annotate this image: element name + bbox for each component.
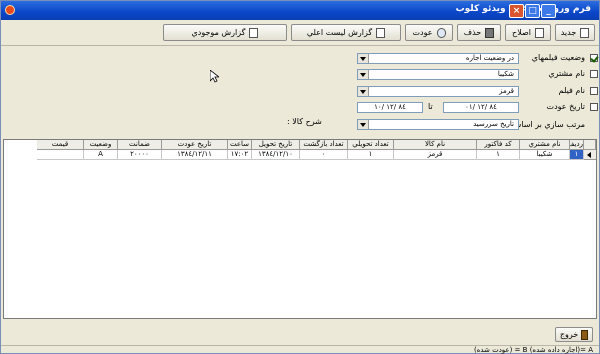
exit-button-label: خروج <box>559 330 579 339</box>
customer-name-select[interactable]: شكيبا <box>357 69 519 80</box>
report-icon <box>249 27 259 38</box>
return-icon <box>436 27 446 38</box>
row-indicator-header <box>584 140 596 150</box>
delete-button[interactable]: حذف <box>457 24 501 41</box>
app-icon <box>5 5 15 15</box>
customer-name-label: نام مشتري <box>548 69 585 78</box>
blacklist-report-button[interactable]: گزارش ليست اعلي <box>291 24 401 41</box>
sort-by-select[interactable]: تاريخ سررسيد <box>357 119 519 130</box>
table-cell[interactable]: ٢٠٠٠٠ <box>118 150 162 160</box>
new-button-label: جديد <box>560 28 577 37</box>
column-header[interactable]: تعداد بازگشت <box>300 140 348 150</box>
table-cell[interactable]: ٠ <box>300 150 348 160</box>
description-label: شرح كالا : <box>287 117 322 126</box>
column-header[interactable]: تعداد تحويلي <box>348 140 394 150</box>
table-cell[interactable]: A <box>84 150 118 160</box>
new-file-icon <box>580 27 590 38</box>
maximize-button[interactable]: □ <box>525 4 540 18</box>
return-date-from-field[interactable]: ٨٤ /١٢ /٠١ <box>443 102 519 113</box>
film-status-select[interactable]: در وضعيت اجاره <box>357 53 519 64</box>
blacklist-report-label: گزارش ليست اعلي <box>306 28 373 37</box>
chevron-down-icon <box>358 87 369 96</box>
table-cell[interactable]: ١ <box>348 150 394 160</box>
edit-button-label: اصلاح <box>512 28 531 37</box>
film-status-value: در وضعيت اجاره <box>465 54 514 62</box>
table-cell[interactable]: شكيبا <box>520 150 570 160</box>
column-header[interactable]: قيمت <box>37 140 84 150</box>
column-header[interactable]: ساعت <box>228 140 252 150</box>
trash-icon <box>485 27 495 38</box>
table-cell[interactable]: ١٣٨٤/١٢/١٠ <box>252 150 300 160</box>
new-button[interactable]: جديد <box>555 24 595 41</box>
column-header[interactable]: ضمانت <box>118 140 162 150</box>
mouse-cursor-icon <box>210 70 219 83</box>
column-header[interactable]: نام مشتري <box>520 140 570 150</box>
table-cell[interactable]: ١٧:٠٢ <box>228 150 252 160</box>
chevron-down-icon <box>358 120 369 129</box>
customer-name-value: شكيبا <box>497 70 514 78</box>
column-header[interactable]: نام كالا <box>394 140 477 150</box>
table-cell[interactable]: قرمز <box>394 150 477 160</box>
main-window: فرم ورود اطلاعات ويدئو كلوب × □ _ جديد ا… <box>0 0 600 354</box>
table-cell[interactable] <box>37 150 84 160</box>
toolbar: جديد اصلاح حذف عودت گزارش ليست اعلي گزار… <box>3 23 597 43</box>
return-button-label: عودت <box>412 28 433 37</box>
column-header[interactable]: رديف <box>570 140 584 150</box>
column-header[interactable]: تاريخ عودت <box>162 140 228 150</box>
chevron-down-icon <box>358 54 369 63</box>
return-date-to-field[interactable]: ٨٤ /١٢ /١٠ <box>357 102 423 113</box>
table-cell[interactable]: ١ <box>570 150 584 160</box>
rentals-table[interactable]: رديف نام مشتري كد فاكتور نام كالا تعداد … <box>3 139 597 319</box>
divider <box>1 45 599 46</box>
delete-button-label: حذف <box>463 28 482 37</box>
table-cell[interactable]: ١ <box>477 150 520 160</box>
status-legend: A =(اجاره داده شده) B = (عودت شده) <box>473 346 593 354</box>
exit-button[interactable]: خروج <box>555 327 593 342</box>
sort-by-label: مرتب سازي بر اساس <box>511 120 585 129</box>
column-header[interactable]: كد فاكتور <box>477 140 520 150</box>
film-name-value: قرمز <box>499 87 514 95</box>
report-icon <box>376 27 386 38</box>
film-status-label: وضعيت فيلمهاي <box>531 53 585 62</box>
door-icon <box>581 329 589 340</box>
inventory-report-label: گزارش موجودي <box>191 28 246 37</box>
film-name-label: نام فيلم <box>558 86 585 95</box>
customer-name-checkbox[interactable] <box>590 70 598 78</box>
minimize-button[interactable]: _ <box>541 4 556 18</box>
column-header[interactable]: وضعيت <box>84 140 118 150</box>
date-to-label: تا <box>428 102 433 111</box>
status-bar: A =(اجاره داده شده) B = (عودت شده) <box>1 345 599 354</box>
film-name-select[interactable]: قرمز <box>357 86 519 97</box>
edit-icon <box>534 27 544 38</box>
chevron-down-icon <box>358 70 369 79</box>
current-row-indicator <box>584 150 596 160</box>
return-button[interactable]: عودت <box>405 24 453 41</box>
return-date-label: تاريخ عودت <box>546 102 585 111</box>
return-date-checkbox[interactable] <box>590 103 598 111</box>
film-status-checkbox[interactable] <box>590 54 598 62</box>
column-header[interactable]: تاريخ تحويل <box>252 140 300 150</box>
inventory-report-button[interactable]: گزارش موجودي <box>163 24 287 41</box>
edit-button[interactable]: اصلاح <box>505 24 551 41</box>
close-button[interactable]: × <box>509 4 524 18</box>
sort-by-value: تاريخ سررسيد <box>473 120 514 128</box>
film-name-checkbox[interactable] <box>590 87 598 95</box>
table-cell[interactable]: ١٣٨٤/١٢/١١ <box>162 150 228 160</box>
